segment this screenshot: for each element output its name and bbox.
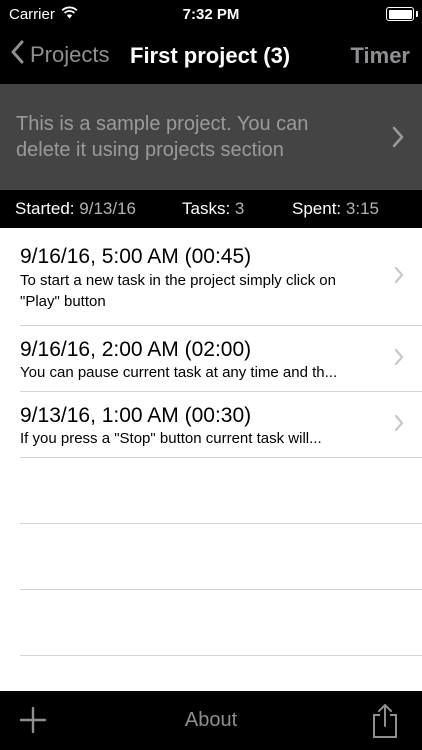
row-separator xyxy=(20,589,422,590)
battery-icon xyxy=(386,7,418,21)
about-area: About xyxy=(0,709,422,732)
row-separator xyxy=(20,523,422,524)
started-label: Started: xyxy=(15,199,75,218)
spent-value: 3:15 xyxy=(345,199,379,218)
task-description: To start a new task in the project simpl… xyxy=(20,272,336,310)
task-title: 9/16/16, 5:00 AM (00:45) xyxy=(20,245,252,268)
task-title: 9/13/16, 1:00 AM (00:30) xyxy=(20,404,252,427)
about-button[interactable]: About xyxy=(185,709,237,731)
started-value: 9/13/16 xyxy=(79,199,137,218)
task-description: You can pause current task at any time a… xyxy=(20,364,338,381)
tasks-value: 3 xyxy=(234,199,245,218)
timer-button[interactable]: Timer xyxy=(350,43,410,69)
bottom-toolbar: About xyxy=(0,691,422,750)
task-title: 9/16/16, 2:00 AM (02:00) xyxy=(20,338,252,361)
chevron-left-icon xyxy=(10,40,24,70)
tasks-label: Tasks: xyxy=(182,199,231,218)
status-time: 7:32 PM xyxy=(182,6,240,23)
task-description: If you press a "Stop" button current tas… xyxy=(20,430,322,447)
started-stat: Started: 9/13/16 xyxy=(15,199,136,219)
page-title: First project (3) xyxy=(130,43,291,68)
task-row[interactable]: 9/16/16, 5:00 AM (00:45) To start a new … xyxy=(20,228,422,326)
spent-stat: Spent: 3:15 xyxy=(292,199,379,219)
chevron-right-icon xyxy=(394,348,404,371)
stats-bar: Started: 9/13/16 Tasks: 3 Spent: 3:15 xyxy=(0,190,422,228)
chevron-right-icon xyxy=(394,414,404,437)
back-button[interactable]: Projects xyxy=(10,40,109,70)
project-description-row[interactable]: This is a sample project. You can delete… xyxy=(0,84,422,190)
task-row[interactable]: 9/16/16, 2:00 AM (02:00) You can pause c… xyxy=(20,326,422,392)
spent-label: Spent: xyxy=(292,199,342,218)
project-description: This is a sample project. You can delete… xyxy=(16,113,309,161)
share-icon[interactable] xyxy=(372,703,398,744)
navigation-bar: Projects First project (3) Timer xyxy=(0,30,422,84)
back-label: Projects xyxy=(30,42,110,67)
status-bar: Carrier 7:32 PM xyxy=(0,0,422,30)
task-row[interactable]: 9/13/16, 1:00 AM (00:30) If you press a … xyxy=(20,392,422,458)
tasks-stat: Tasks: 3 xyxy=(182,199,244,219)
chevron-right-icon xyxy=(394,266,404,289)
chevron-right-icon xyxy=(392,126,404,153)
row-separator xyxy=(20,655,422,656)
